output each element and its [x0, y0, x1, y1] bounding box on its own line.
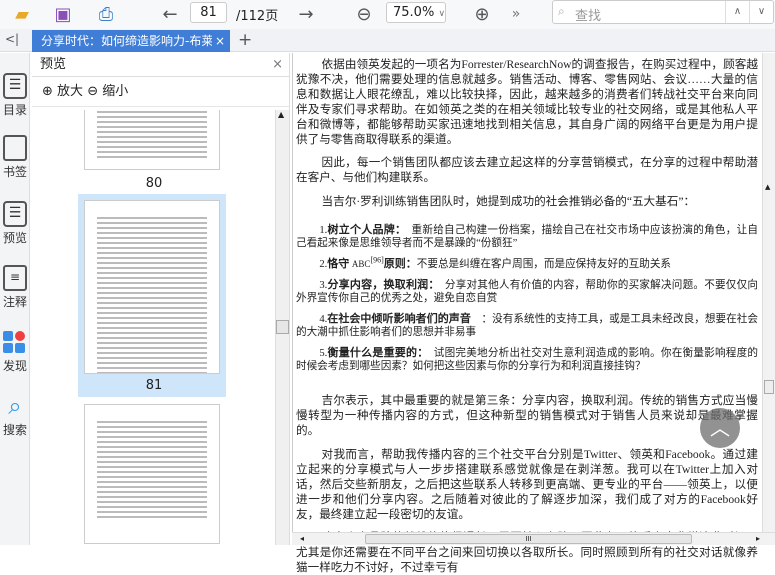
tab-bar: <| 分享时代：如何缔造影响力-布莱 × +	[0, 29, 775, 52]
document-vertical-scrollbar[interactable]: ▲	[762, 53, 775, 532]
thumbnail-scrollbar[interactable]: ▲	[275, 110, 289, 545]
zoom-value: 75.0%	[393, 5, 435, 20]
search-next-button[interactable]: ∨	[749, 1, 773, 23]
sidebar-item-preview[interactable]: ☰ 预览	[0, 201, 30, 246]
page-number-input[interactable]: 81	[190, 2, 227, 23]
panel-zoom-in-button[interactable]: 放大	[57, 84, 83, 99]
search-icon: ⌕	[558, 4, 565, 18]
close-panel-button[interactable]: ×	[272, 53, 283, 77]
close-tab-button[interactable]: ×	[211, 30, 230, 52]
list-item: 3.分享内容，换取利润： 分享对其他人有价值的内容，帮助你的买家解决问题。不要仅…	[296, 278, 759, 304]
tab-title: 分享时代：如何缔造影响力-布莱	[41, 34, 214, 48]
zoom-out-icon[interactable]: ⊖	[87, 84, 98, 99]
scroll-left-icon[interactable]: ◂	[300, 534, 304, 543]
paragraph: 对我而言，帮助我传播内容的三个社交平台分别是Twitter、领英和Faceboo…	[296, 448, 758, 521]
page-thumbnail[interactable]	[84, 404, 220, 544]
scrollbar-thumb[interactable]	[276, 320, 289, 334]
next-page-icon[interactable]: →	[294, 3, 318, 25]
scrollbar-thumb[interactable]: III	[365, 534, 692, 544]
thumbnail-list: 80 81	[32, 110, 276, 545]
toolbar: ▰ ▣ ⎙ ← 81 /112页 → ⊖ 75.0% ∨ ⊕ » ⌕ 查找 ∧ …	[0, 0, 775, 29]
page-thumbnail[interactable]	[84, 200, 220, 374]
zoom-in-icon[interactable]: ⊕	[470, 3, 494, 25]
print-icon[interactable]: ⎙	[94, 3, 118, 25]
sidebar-item-label: 书签	[2, 165, 27, 179]
sidebar-item-label: 注释	[2, 295, 27, 309]
sidebar-item-label: 搜索	[2, 423, 27, 437]
page-thumbnail[interactable]	[84, 110, 220, 170]
search-icon: ⌕	[8, 392, 22, 420]
search-input[interactable]: 查找	[575, 5, 601, 24]
page-total: /112页	[236, 9, 279, 24]
list-item: 1.树立个人品牌： 重新给自己构建一份档案，描绘自己在社交市场中应该扮演的角色，…	[296, 223, 759, 249]
scroll-up-icon[interactable]: ▲	[278, 110, 284, 119]
scroll-right-icon[interactable]: ▸	[756, 534, 760, 543]
collapse-sidebar-button[interactable]: <|	[5, 32, 19, 46]
horizontal-scrollbar[interactable]: ◂ III ▸	[292, 532, 775, 545]
sidebar-item-toc[interactable]: ☰ 目录	[0, 73, 30, 118]
scroll-up-icon[interactable]: ▲	[765, 183, 770, 191]
panel-zoom-out-button[interactable]: 缩小	[102, 84, 128, 99]
sidebar-item-label: 发现	[2, 359, 27, 373]
preview-panel: 预览 × ⊕ 放大 ⊖ 缩小 80 81 ▲	[32, 53, 290, 545]
paragraph: 当吉尔·罗利训练销售团队时，她提到成功的社会推销必备的“五大基石”：	[321, 195, 696, 208]
zoom-select[interactable]: 75.0% ∨	[386, 2, 446, 23]
sidebar-item-label: 预览	[2, 231, 27, 245]
page-number-label: 80	[145, 176, 163, 191]
previous-page-icon[interactable]: ←	[158, 3, 182, 25]
sidebar-item-label: 目录	[2, 103, 27, 117]
bookmark-icon	[3, 135, 27, 161]
more-button[interactable]: »	[504, 3, 528, 25]
sidebar-rail: ☰ 目录 书签 ☰ 预览 ≡ 注释 发现 ⌕ 搜索	[0, 53, 30, 545]
list-item: 4.在社会中倾听影响者们的声音 ：没有系统性的支持工具，或是工具未经改良，想要在…	[296, 312, 759, 338]
scrollbar-thumb[interactable]	[764, 380, 774, 394]
sidebar-item-search[interactable]: ⌕ 搜索	[0, 393, 30, 438]
back-to-top-button[interactable]: ︿	[700, 408, 740, 448]
sidebar-item-bookmarks[interactable]: 书签	[0, 135, 30, 180]
paragraph: 依据由领英发起的一项名为Forrester/ResearchNow的调查报告，在…	[296, 58, 758, 146]
open-folder-icon[interactable]: ▰	[10, 3, 34, 25]
list-item: 2.恪守 ABC[96]原则：不要总是纠缠在客户周围，而是应保持友好的互助关系	[319, 255, 672, 270]
list-icon: ☰	[3, 73, 27, 99]
search-box[interactable]: ⌕ 查找 ∧ ∨	[552, 0, 774, 24]
sidebar-item-discover[interactable]: 发现	[0, 329, 30, 374]
list-item: 5.衡量什么是重要的： 试图完美地分析出社交对生意利润造成的影响。你在衡量影响程…	[296, 346, 759, 372]
paragraph: 因此，每一个销售团队都应该去建立起这样的分享营销模式，在分享的过程中帮助潜在客户…	[296, 156, 758, 184]
tab-document[interactable]: 分享时代：如何缔造影响力-布莱 ×	[32, 30, 230, 52]
document-page: 依据由领英发起的一项名为Forrester/ResearchNow的调查报告，在…	[292, 53, 762, 574]
sidebar-item-annotations[interactable]: ≡ 注释	[0, 265, 30, 310]
note-icon: ≡	[3, 265, 27, 291]
panel-title: 预览	[40, 57, 67, 72]
search-prev-button[interactable]: ∧	[725, 1, 749, 23]
zoom-in-icon[interactable]: ⊕	[42, 84, 53, 99]
chevron-down-icon: ∨	[438, 9, 446, 19]
page-number-label: 81	[145, 378, 163, 393]
zoom-out-icon[interactable]: ⊖	[352, 3, 376, 25]
new-tab-button[interactable]: +	[238, 30, 252, 50]
paragraph: 吉尔表示，其中最重要的就是第三条：分享内容，换取利润。传统的销售方式应当慢慢转型…	[296, 394, 758, 437]
pages-icon: ☰	[3, 201, 27, 227]
apps-icon	[3, 329, 27, 355]
chevron-up-icon: ︿	[710, 416, 730, 440]
save-icon[interactable]: ▣	[51, 3, 75, 25]
